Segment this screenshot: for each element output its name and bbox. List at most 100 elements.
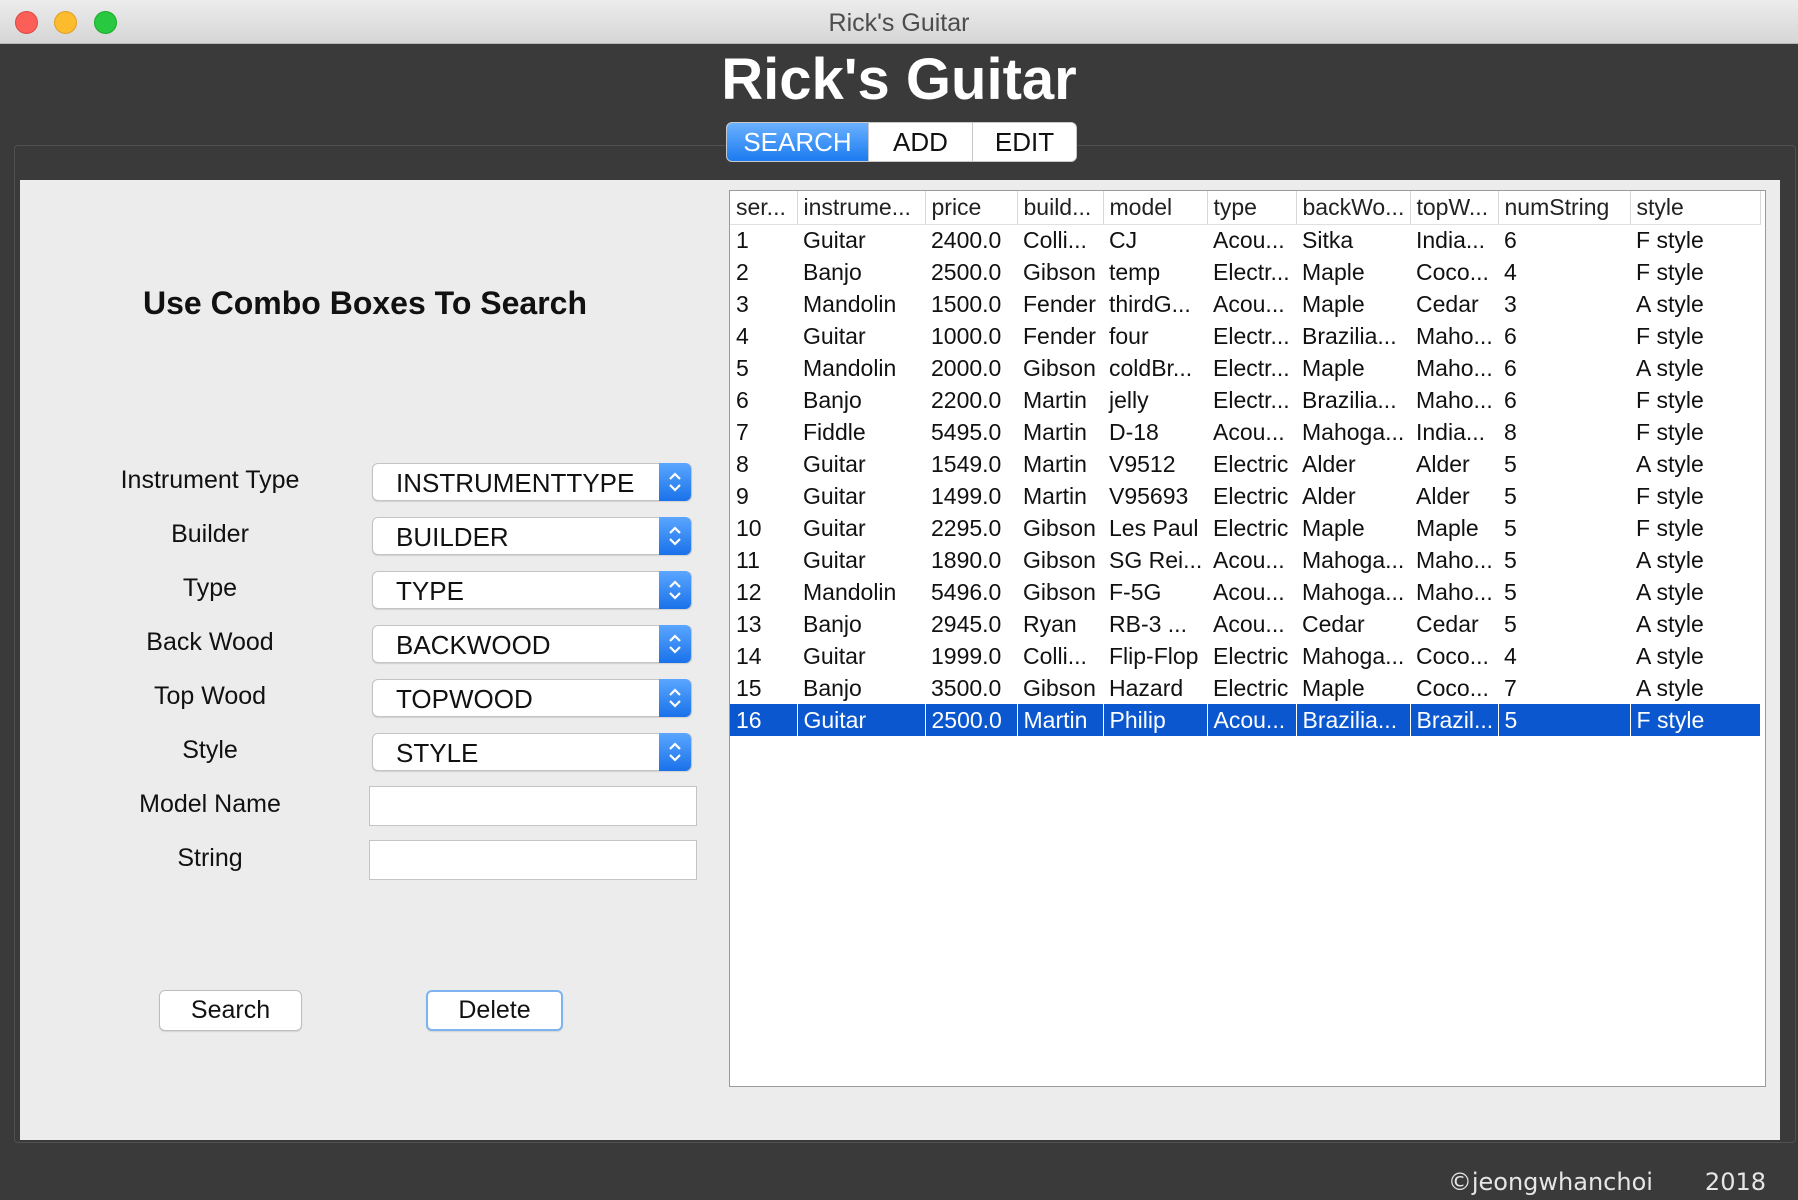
table-cell: Maho... [1416, 386, 1493, 413]
updown-arrows-icon [659, 463, 691, 501]
table-cell: Maple [1302, 290, 1365, 317]
footer-author: ©jeongwhanchoi [1447, 1168, 1653, 1196]
table-row[interactable]: 15 Banjo 3500.0 Gibson Hazard Electric Maple Co… [730, 672, 1760, 704]
table-row[interactable]: 3 Mandolin 1500.0 Fender thirdG... Acou... Map… [730, 288, 1760, 320]
table-row[interactable]: 9 Guitar 1499.0 Martin V95693 Electric Alder Al… [730, 480, 1760, 512]
model-name-field[interactable] [369, 786, 697, 826]
updown-arrows-icon [659, 679, 691, 717]
table-cell: 16 [730, 704, 798, 736]
table-row[interactable]: 16 Guitar 2500.0 Martin Philip Acou... Brazili… [730, 704, 1761, 736]
column-header-back-wood[interactable]: backWo... [1296, 191, 1411, 225]
table-cell: 5 [1504, 450, 1517, 477]
table-cell: Fender [1023, 290, 1096, 317]
table-cell: A style [1636, 642, 1704, 669]
table-cell: 6 [1504, 226, 1517, 253]
table-cell: 2000.0 [931, 354, 1002, 381]
column-header-top-wood[interactable]: topW... [1410, 191, 1499, 225]
column-header-serial[interactable]: ser... [730, 191, 798, 225]
table-row[interactable]: 4 Guitar 1000.0 Fender four Electr... Brazilia… [730, 320, 1760, 352]
table-row[interactable]: 14 Guitar 1999.0 Colli... Flip-Flop Electric M… [730, 640, 1760, 672]
delete-button[interactable]: Delete [426, 990, 563, 1031]
table-cell: 2295.0 [931, 514, 1002, 541]
column-header-builder[interactable]: build... [1017, 191, 1104, 225]
table-cell: temp [1109, 258, 1161, 285]
table-cell: F style [1636, 226, 1704, 253]
table-cell: Banjo [803, 258, 862, 285]
builder-value: BUILDER [396, 522, 509, 552]
table-cell: Alder [1302, 450, 1356, 477]
tab-search[interactable]: SEARCH [727, 123, 869, 161]
back-wood-value: BACKWOOD [396, 630, 551, 660]
top-wood-value: TOPWOOD [396, 684, 533, 714]
column-header-type[interactable]: type [1207, 191, 1297, 225]
table-cell: Cedar [1416, 290, 1479, 317]
table-cell: 15 [736, 674, 762, 701]
table-cell: Mandolin [803, 354, 897, 381]
table-cell: 13 [736, 610, 762, 637]
title-bar: Rick's Guitar [0, 0, 1798, 44]
table-cell: 5 [1498, 704, 1631, 736]
table-cell: Mahoga... [1302, 418, 1405, 445]
string-field[interactable] [369, 840, 697, 880]
column-header-num-string[interactable]: numString [1498, 191, 1631, 225]
table-cell: Gibson [1023, 258, 1096, 285]
table-cell: Acou... [1213, 578, 1285, 605]
column-header-style[interactable]: style [1630, 191, 1761, 225]
table-row[interactable]: 1 Guitar 2400.0 Colli... CJ Acou... Sitka India… [730, 224, 1760, 256]
table-row[interactable]: 13 Banjo 2945.0 Ryan RB-3 ... Acou... Cedar Ced… [730, 608, 1760, 640]
table-cell: coldBr... [1109, 354, 1193, 381]
back-wood-combo[interactable]: BACKWOOD [372, 625, 692, 663]
table-cell: Mandolin [803, 578, 897, 605]
table-cell: F style [1636, 386, 1704, 413]
table-cell: RB-3 ... [1109, 610, 1187, 637]
table-cell: Mahoga... [1302, 642, 1405, 669]
table-row[interactable]: 5 Mandolin 2000.0 Gibson coldBr... Electr... M… [730, 352, 1760, 384]
table-cell: 12 [736, 578, 762, 605]
table-cell: SG Rei... [1109, 546, 1203, 573]
table-row[interactable]: 10 Guitar 2295.0 Gibson Les Paul Electric Mapl… [730, 512, 1760, 544]
table-cell: A style [1636, 450, 1704, 477]
table-cell: Coco... [1416, 258, 1489, 285]
table-cell: V95693 [1109, 482, 1189, 509]
table-row[interactable]: 2 Banjo 2500.0 Gibson temp Electr... Maple Coco… [730, 256, 1760, 288]
style-combo[interactable]: STYLE [372, 733, 692, 771]
table-cell: Ryan [1023, 610, 1077, 637]
table-row[interactable]: 12 Mandolin 5496.0 Gibson F-5G Acou... Mahoga.… [730, 576, 1760, 608]
table-cell: Martin [1017, 704, 1104, 736]
table-cell: 1 [736, 226, 749, 253]
table-cell: Electric [1213, 642, 1289, 669]
type-combo[interactable]: TYPE [372, 571, 692, 609]
table-cell: Martin [1023, 450, 1087, 477]
table-row[interactable]: 11 Guitar 1890.0 Gibson SG Rei... Acou... Maho… [730, 544, 1760, 576]
results-table-scroll[interactable]: ser... instrume... price build... model … [729, 190, 1766, 1087]
column-header-price[interactable]: price [925, 191, 1018, 225]
column-header-model[interactable]: model [1103, 191, 1208, 225]
search-button[interactable]: Search [159, 990, 302, 1031]
updown-arrows-icon [659, 625, 691, 663]
table-cell: India... [1416, 418, 1486, 445]
table-cell: Gibson [1023, 354, 1096, 381]
table-row[interactable]: 7 Fiddle 5495.0 Martin D-18 Acou... Mahoga... I… [730, 416, 1760, 448]
table-cell: F style [1636, 322, 1704, 349]
table-cell: Coco... [1416, 674, 1489, 701]
tab-bar: SEARCH ADD EDIT [726, 122, 1077, 162]
table-cell: Cedar [1302, 610, 1365, 637]
table-cell: 3500.0 [931, 674, 1002, 701]
table-cell: four [1109, 322, 1149, 349]
table-cell: CJ [1109, 226, 1138, 253]
builder-combo[interactable]: BUILDER [372, 517, 692, 555]
table-cell: Fender [1023, 322, 1096, 349]
style-value: STYLE [396, 738, 479, 768]
table-cell: Guitar [803, 482, 866, 509]
table-cell: Guitar [803, 514, 866, 541]
tab-edit[interactable]: EDIT [973, 123, 1076, 161]
table-cell: Banjo [803, 610, 862, 637]
table-cell: Coco... [1416, 642, 1489, 669]
table-row[interactable]: 8 Guitar 1549.0 Martin V9512 Electric Alder Ald… [730, 448, 1760, 480]
instrument-type-combo[interactable]: INSTRUMENTTYPE [372, 463, 692, 501]
table-row[interactable]: 6 Banjo 2200.0 Martin jelly Electr... Brazilia… [730, 384, 1760, 416]
column-header-instrument[interactable]: instrume... [797, 191, 926, 225]
tab-add[interactable]: ADD [869, 123, 973, 161]
search-panel-heading: Use Combo Boxes To Search [143, 285, 587, 321]
top-wood-combo[interactable]: TOPWOOD [372, 679, 692, 717]
